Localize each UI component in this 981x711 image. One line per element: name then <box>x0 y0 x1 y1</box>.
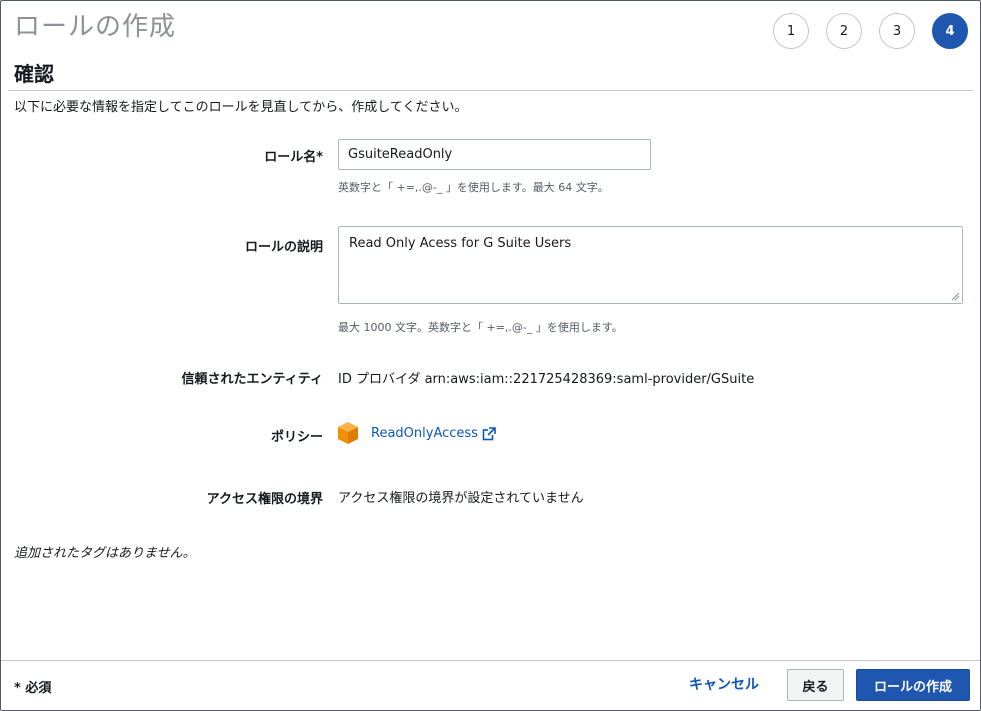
step-4-current: 4 <box>932 13 968 49</box>
page-title: ロールの作成 <box>14 12 177 42</box>
intro-text: 以下に必要な情報を指定してこのロールを見直してから、作成してください。 <box>14 100 468 115</box>
policy-link-readonlyaccess[interactable]: ReadOnlyAccess <box>371 426 496 441</box>
boundary-label: アクセス権限の境界 <box>206 492 323 507</box>
wizard-steps: 1 2 3 4 <box>773 13 968 49</box>
role-name-label: ロール名* <box>264 150 323 165</box>
role-description-hint: 最大 1000 文字。英数字と「 +=,.@-_ 」を使用します。 <box>338 321 623 334</box>
section-divider <box>8 90 973 91</box>
role-name-hint: 英数字と「 +=,.@-_ 」を使用します。最大 64 文字。 <box>338 181 609 194</box>
no-tags-text: 追加されたタグはありません。 <box>14 546 196 561</box>
role-description-textarea[interactable]: Read Only Acess for G Suite Users <box>338 226 963 304</box>
role-name-input[interactable] <box>338 139 651 170</box>
boundary-value: アクセス権限の境界が設定されていません <box>338 491 584 506</box>
step-1[interactable]: 1 <box>773 13 809 49</box>
trusted-entity-value: ID プロバイダ arn:aws:iam::221725428369:saml-… <box>338 372 755 387</box>
aws-cube-icon <box>338 422 358 444</box>
policy-link-label: ReadOnlyAccess <box>371 426 478 441</box>
required-note: * 必須 <box>14 681 52 696</box>
section-title: 確認 <box>14 62 54 86</box>
role-description-label: ロールの説明 <box>244 240 323 255</box>
back-button[interactable]: 戻る <box>787 669 844 701</box>
footer-divider <box>1 660 980 661</box>
policy-label: ポリシー <box>270 430 323 445</box>
trusted-entity-label: 信頼されたエンティティ <box>181 372 323 387</box>
step-3[interactable]: 3 <box>879 13 915 49</box>
resize-grip-icon[interactable] <box>950 291 960 301</box>
external-link-icon <box>482 426 496 440</box>
create-role-button[interactable]: ロールの作成 <box>856 669 970 701</box>
step-2[interactable]: 2 <box>826 13 862 49</box>
cancel-button[interactable]: キャンセル <box>680 668 768 700</box>
